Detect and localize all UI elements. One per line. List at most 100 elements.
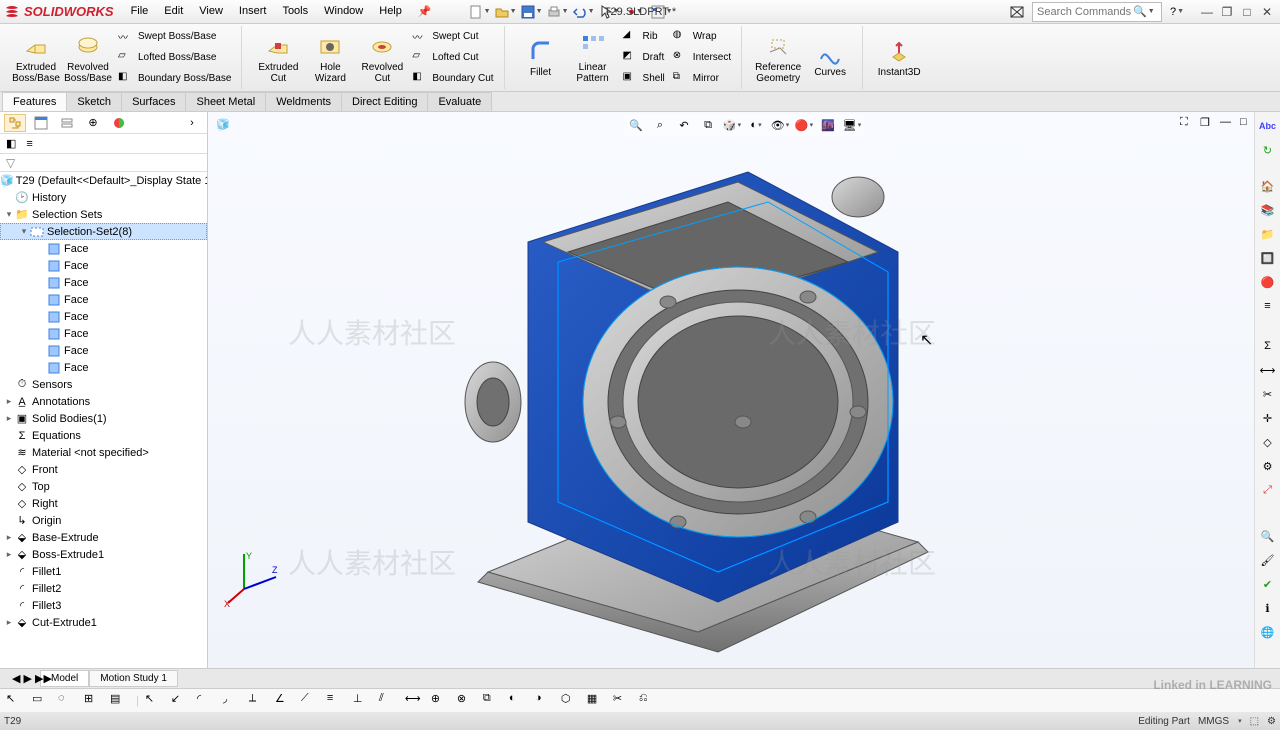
menu-help[interactable]: Help xyxy=(372,3,409,20)
tree-origin[interactable]: Origin xyxy=(32,515,61,527)
tab-motion-study[interactable]: Motion Study 1 xyxy=(89,670,178,687)
menu-tools[interactable]: Tools xyxy=(275,3,315,20)
tree-fillet1[interactable]: Fillet1 xyxy=(32,566,61,578)
tab-sheetmetal[interactable]: Sheet Metal xyxy=(185,92,266,111)
hole-wizard-button[interactable]: Hole Wizard xyxy=(304,28,356,88)
tree-face[interactable]: Face xyxy=(64,294,88,306)
tree-face[interactable]: Face xyxy=(64,362,88,374)
menu-pin-icon[interactable]: 📌 xyxy=(411,3,439,20)
lofted-cut-button[interactable]: ▱Lofted Cut xyxy=(408,48,497,68)
tp-check-icon[interactable]: ✔ xyxy=(1258,574,1278,594)
search-commands[interactable]: 🔍▼ xyxy=(1032,2,1162,22)
tp-appearance-icon[interactable]: 🔴 xyxy=(1258,272,1278,292)
tp-explorer-icon[interactable]: 📁 xyxy=(1258,224,1278,244)
tab-features[interactable]: Features xyxy=(2,92,67,111)
bt-19[interactable]: ⬡ xyxy=(561,692,581,710)
tree-root[interactable]: T29 (Default<<Default>_Display State 1 xyxy=(16,175,207,187)
fm-tab-dimxpert[interactable]: ⊕ xyxy=(82,114,104,132)
close-button[interactable]: ✕ xyxy=(1258,4,1276,20)
restore-button[interactable]: ❐ xyxy=(1218,4,1236,20)
tree-boss-extrude1[interactable]: Boss-Extrude1 xyxy=(32,549,104,561)
maximize-button[interactable]: □ xyxy=(1238,4,1256,20)
tree-cut-extrude1[interactable]: Cut-Extrude1 xyxy=(32,617,97,629)
tp-center-icon[interactable]: ✛ xyxy=(1258,408,1278,428)
bt-15[interactable]: ⊗ xyxy=(457,692,477,710)
tab-directediting[interactable]: Direct Editing xyxy=(341,92,428,111)
view-triad[interactable]: YZX xyxy=(224,549,284,612)
print-button[interactable]: ▼ xyxy=(547,2,569,22)
bt-9[interactable]: ⟋ xyxy=(301,692,321,710)
fm-tab-config[interactable] xyxy=(56,114,78,132)
boundary-cut-button[interactable]: ◧Boundary Cut xyxy=(408,69,497,89)
tab-surfaces[interactable]: Surfaces xyxy=(121,92,186,111)
tree-fillet3[interactable]: Fillet3 xyxy=(32,600,61,612)
filter-icon[interactable]: ▽ xyxy=(6,156,15,170)
tree-face[interactable]: Face xyxy=(64,243,88,255)
revolved-boss-button[interactable]: Revolved Boss/Base xyxy=(62,28,114,88)
revolved-cut-button[interactable]: Revolved Cut xyxy=(356,28,408,88)
tree-face[interactable]: Face xyxy=(64,260,88,272)
bt-5[interactable]: ◜ xyxy=(197,692,217,710)
bt-12[interactable]: ⫽ xyxy=(379,692,399,710)
search-input[interactable] xyxy=(1033,6,1133,18)
bt-2[interactable]: ▤ xyxy=(110,692,130,710)
tp-view-palette-icon[interactable]: 🔲 xyxy=(1258,248,1278,268)
tree-fillet2[interactable]: Fillet2 xyxy=(32,583,61,595)
tab-evaluate[interactable]: Evaluate xyxy=(427,92,492,111)
tp-library-icon[interactable]: 📚 xyxy=(1258,200,1278,220)
curves-button[interactable]: Curves xyxy=(804,28,856,88)
bt-14[interactable]: ⊕ xyxy=(431,692,451,710)
status-icon-2[interactable]: ⚙ xyxy=(1267,716,1276,727)
bt-20[interactable]: ▦ xyxy=(587,692,607,710)
status-units[interactable]: MMGS xyxy=(1198,716,1229,727)
boundary-boss-button[interactable]: ◧Boundary Boss/Base xyxy=(114,69,235,89)
fm-tab-property[interactable] xyxy=(30,114,52,132)
tp-rebuild-icon[interactable]: ↻ xyxy=(1258,140,1278,160)
extruded-boss-button[interactable]: Extruded Boss/Base xyxy=(10,28,62,88)
minimize-button[interactable]: — xyxy=(1198,4,1216,20)
vp-expand-icon[interactable]: ⛶ xyxy=(1180,116,1198,132)
bt-18[interactable]: ◑ xyxy=(535,692,555,710)
tp-properties-icon[interactable]: ≡ xyxy=(1258,296,1278,316)
bt-17[interactable]: ◐ xyxy=(509,692,529,710)
status-icon-1[interactable]: ⬚ xyxy=(1250,716,1259,727)
extruded-cut-button[interactable]: Extruded Cut xyxy=(252,28,304,88)
tree-front[interactable]: Front xyxy=(32,464,58,476)
wrap-button[interactable]: ◍Wrap xyxy=(669,27,735,47)
menu-insert[interactable]: Insert xyxy=(232,3,274,20)
fm-icon-1[interactable]: ◧ xyxy=(6,137,16,150)
search-icon[interactable]: 🔍 xyxy=(1133,5,1147,18)
tp-plane-icon[interactable]: ◇ xyxy=(1258,432,1278,452)
open-file-button[interactable]: ▼ xyxy=(495,2,517,22)
shell-button[interactable]: ▣Shell xyxy=(619,69,669,89)
new-file-button[interactable]: ▼ xyxy=(469,2,491,22)
tp-scissors-icon[interactable]: ✂ xyxy=(1258,384,1278,404)
lofted-boss-button[interactable]: ▱Lofted Boss/Base xyxy=(114,48,235,68)
tree-annotations[interactable]: Annotations xyxy=(32,396,90,408)
tree-selection-sets[interactable]: Selection Sets xyxy=(32,209,102,221)
part-model[interactable] xyxy=(418,122,1138,662)
tp-globe-icon[interactable]: 🌐 xyxy=(1258,622,1278,642)
tree-solidbodies[interactable]: Solid Bodies(1) xyxy=(32,413,107,425)
vp-min-icon[interactable]: — xyxy=(1220,116,1238,132)
fm-expand-icon[interactable]: › xyxy=(181,114,203,132)
toggle-pane-button[interactable] xyxy=(1006,2,1028,22)
tree-base-extrude[interactable]: Base-Extrude xyxy=(32,532,99,544)
draft-button[interactable]: ◩Draft xyxy=(619,48,669,68)
tp-info-icon[interactable]: ℹ xyxy=(1258,598,1278,618)
fm-icon-2[interactable]: ≡ xyxy=(26,138,32,150)
tp-paint-icon[interactable]: 🖌 xyxy=(1258,550,1278,570)
tree-face[interactable]: Face xyxy=(64,345,88,357)
tab-sketch[interactable]: Sketch xyxy=(66,92,122,111)
fm-tab-tree[interactable] xyxy=(4,114,26,132)
tp-gear-icon[interactable]: ⚙ xyxy=(1258,456,1278,476)
bt-1[interactable]: ⊞ xyxy=(84,692,104,710)
linear-pattern-button[interactable]: Linear Pattern xyxy=(567,28,619,88)
tree-top[interactable]: Top xyxy=(32,481,50,493)
rib-button[interactable]: ◢Rib xyxy=(619,27,669,47)
tree-face[interactable]: Face xyxy=(64,311,88,323)
bt-7[interactable]: ⟂ xyxy=(249,692,269,710)
tree-material[interactable]: Material <not specified> xyxy=(32,447,149,459)
tree-face[interactable]: Face xyxy=(64,328,88,340)
help-button[interactable]: ? ▼ xyxy=(1166,2,1188,22)
